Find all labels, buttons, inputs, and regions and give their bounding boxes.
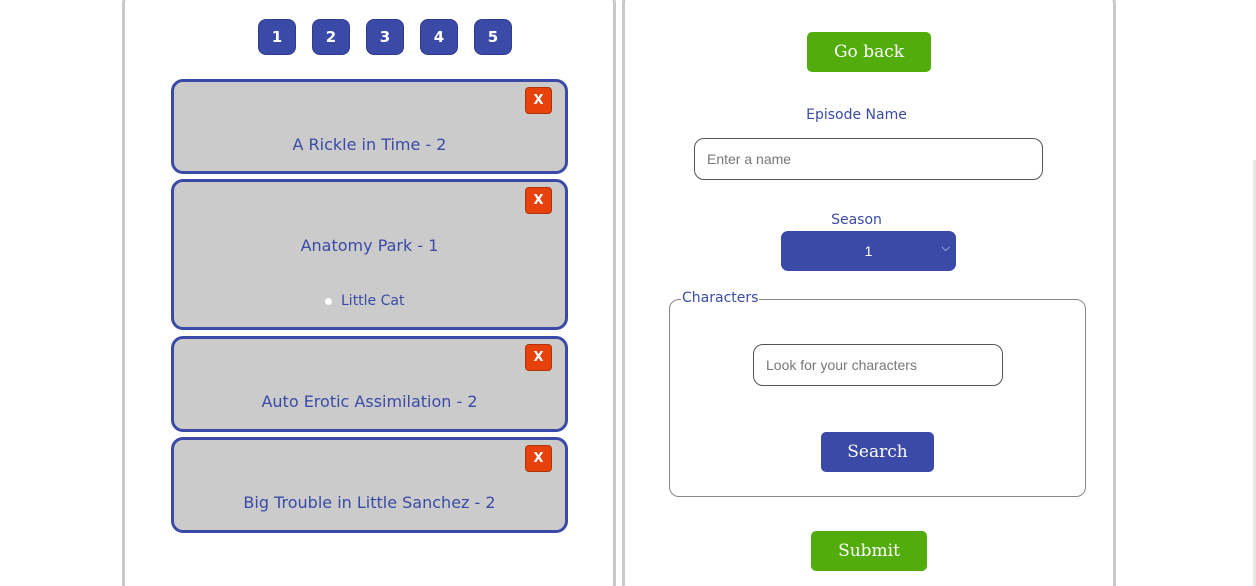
episode-card: X A Rickle in Time - 2 bbox=[171, 79, 568, 174]
page-button-5[interactable]: 5 bbox=[474, 19, 512, 55]
episode-card: X Anatomy Park - 1 Little Cat bbox=[171, 179, 568, 330]
delete-episode-button[interactable]: X bbox=[525, 87, 552, 114]
search-button[interactable]: Search bbox=[821, 432, 934, 472]
season-label: Season bbox=[831, 212, 882, 228]
episode-title: Big Trouble in Little Sanchez - 2 bbox=[243, 493, 496, 512]
bullet-icon bbox=[325, 297, 332, 305]
character-search-input[interactable] bbox=[753, 344, 1003, 386]
character-name: Little Cat bbox=[341, 293, 405, 309]
characters-legend: Characters bbox=[681, 290, 760, 306]
episode-card: X Auto Erotic Assimilation - 2 bbox=[171, 336, 568, 432]
pagination: 1 2 3 4 5 bbox=[258, 19, 512, 55]
page-button-3[interactable]: 3 bbox=[366, 19, 404, 55]
submit-button[interactable]: Submit bbox=[811, 531, 927, 571]
chevron-down-icon: ⌵ bbox=[941, 242, 950, 254]
episode-name-label: Episode Name bbox=[806, 107, 907, 123]
season-select[interactable]: 1 ⌵ bbox=[781, 231, 956, 271]
page-button-4[interactable]: 4 bbox=[420, 19, 458, 55]
episode-title: A Rickle in Time - 2 bbox=[292, 135, 447, 154]
episode-title: Anatomy Park - 1 bbox=[300, 236, 439, 255]
page-button-2[interactable]: 2 bbox=[312, 19, 350, 55]
page-button-1[interactable]: 1 bbox=[258, 19, 296, 55]
episode-card: X Big Trouble in Little Sanchez - 2 bbox=[171, 437, 568, 533]
episode-name-input[interactable] bbox=[694, 138, 1043, 180]
delete-episode-button[interactable]: X bbox=[525, 445, 552, 472]
go-back-button[interactable]: Go back bbox=[807, 32, 931, 72]
season-value: 1 bbox=[864, 243, 873, 259]
character-list-item: Little Cat bbox=[325, 293, 404, 309]
delete-episode-button[interactable]: X bbox=[525, 187, 552, 214]
delete-episode-button[interactable]: X bbox=[525, 344, 552, 371]
episode-title: Auto Erotic Assimilation - 2 bbox=[261, 392, 478, 411]
